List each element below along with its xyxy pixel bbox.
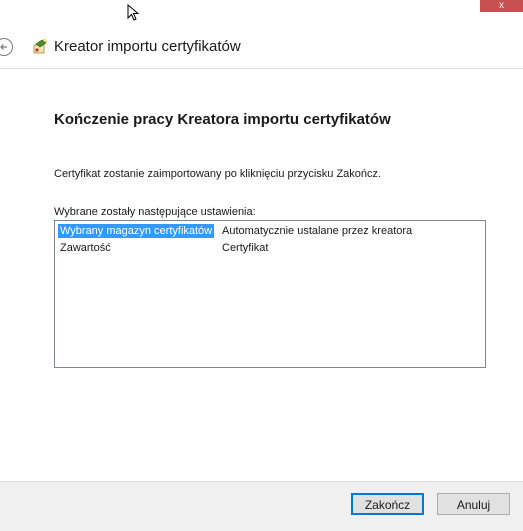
certificate-import-wizard-window: x Kreator importu certyfikatów Kończenie… — [0, 0, 523, 531]
wizard-header: Kreator importu certyfikatów — [0, 28, 523, 69]
finish-button[interactable]: Zakończ — [351, 493, 424, 515]
certificate-wizard-icon — [33, 39, 48, 54]
settings-key: Wybrany magazyn certyfikatów — [58, 224, 215, 238]
wizard-footer: Zakończ Anuluj — [0, 481, 523, 531]
mouse-cursor-icon — [127, 4, 140, 21]
window-title: Kreator importu certyfikatów — [54, 38, 241, 55]
settings-value: Certyfikat — [222, 242, 269, 254]
back-arrow-icon[interactable] — [0, 37, 14, 57]
settings-list[interactable]: Wybrany magazyn certyfikatów Automatyczn… — [54, 220, 486, 368]
page-title: Kończenie pracy Kreatora importu certyfi… — [54, 111, 391, 128]
settings-key: Zawartość — [60, 242, 111, 254]
cancel-button[interactable]: Anuluj — [437, 493, 510, 515]
close-button[interactable]: x — [480, 0, 523, 12]
settings-label: Wybrane zostały następujące ustawienia: — [54, 206, 256, 218]
description-text: Certyfikat zostanie zaimportowany po kli… — [54, 168, 382, 180]
settings-value: Automatycznie ustalane przez kreatora — [222, 225, 413, 237]
